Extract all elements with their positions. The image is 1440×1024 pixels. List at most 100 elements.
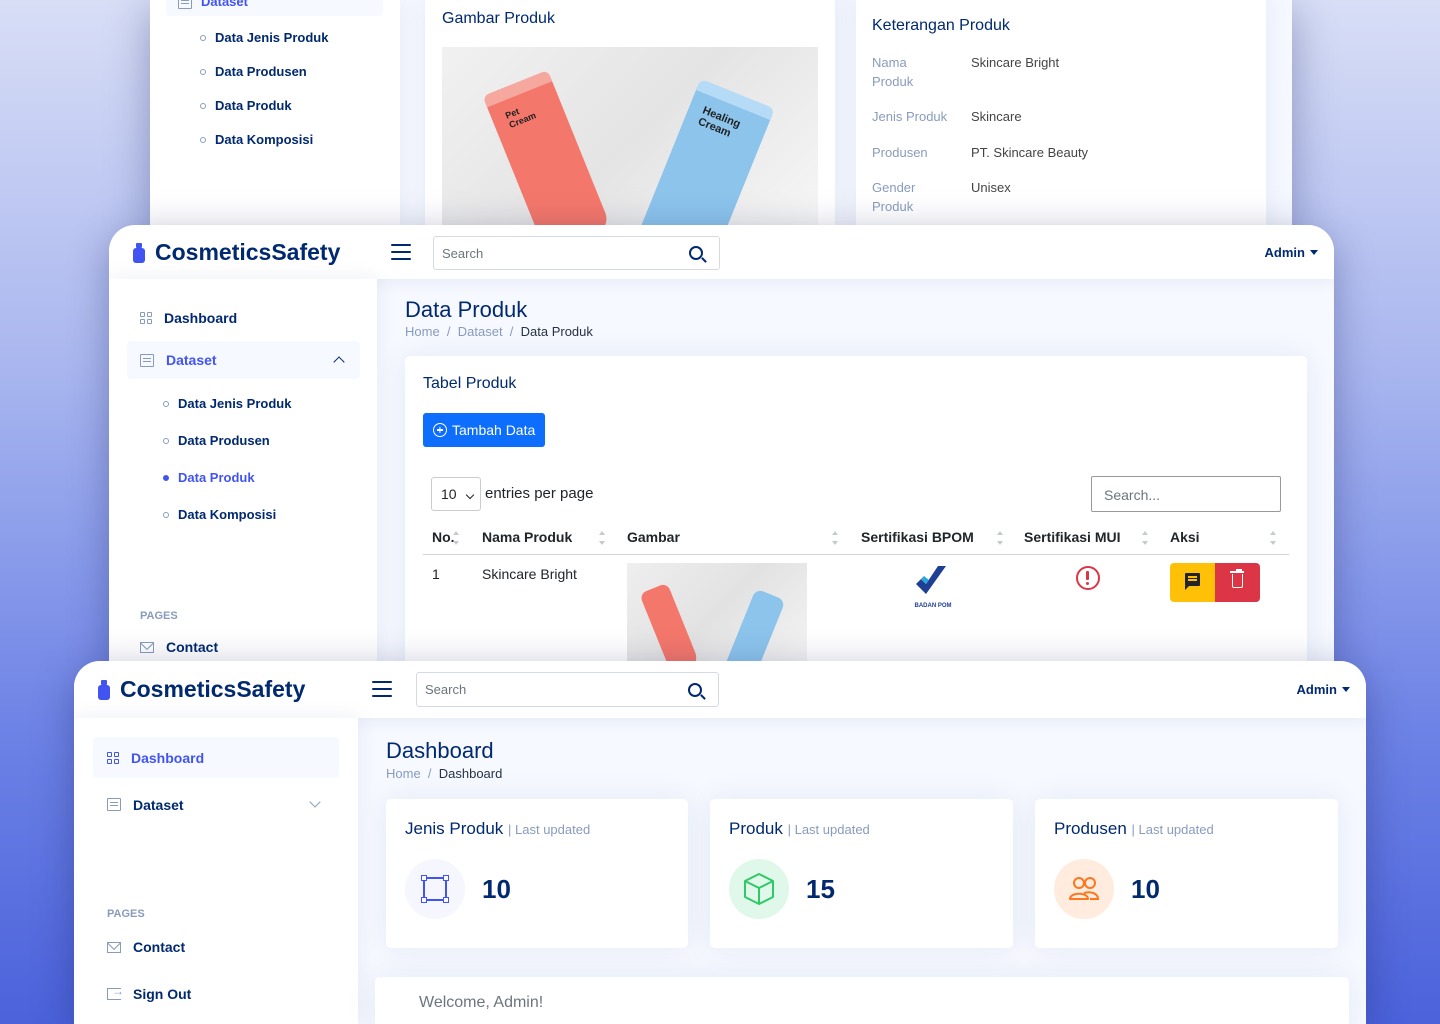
card-title-text: Produk [729, 819, 783, 838]
info-value: Unisex [971, 180, 1011, 195]
table-search-input[interactable]: Search... [1091, 476, 1281, 512]
submenu-item[interactable]: Data Produsen [200, 64, 307, 79]
submenu-item[interactable]: Data Komposisi [163, 507, 276, 522]
grid-icon [140, 312, 152, 324]
front-panel: CosmeticsSafety Search Admin Dashboard D… [74, 661, 1366, 1024]
search-icon[interactable] [688, 682, 702, 697]
product-table-card: Tabel Produk Tambah Data 10 entries per … [405, 356, 1307, 665]
envelope-icon [140, 641, 154, 653]
info-value: Skincare [971, 109, 1022, 124]
column-header[interactable]: No. [432, 529, 455, 545]
box-icon [744, 873, 774, 905]
card-title-text: Produsen [1054, 819, 1127, 838]
breadcrumb: Home / Dashboard [386, 766, 503, 781]
sidebar-heading: PAGES [140, 610, 178, 622]
product-info-card: Keterangan Produk Nama Produk Skincare B… [856, 0, 1266, 228]
breadcrumb-item[interactable]: Home [405, 324, 440, 339]
column-header[interactable]: Aksi [1170, 529, 1200, 545]
card-subtitle: | Last updated [787, 822, 870, 837]
menu-toggle-icon[interactable] [391, 244, 411, 260]
info-value: Skincare Bright [971, 55, 1060, 70]
product-image-card: Gambar Produk Pet Cream Healing Cream [425, 0, 835, 228]
chevron-up-icon[interactable] [333, 356, 345, 368]
sidebar-item-label: Sign Out [133, 986, 192, 1002]
warning-icon [1076, 566, 1100, 590]
sidebar-item-dataset[interactable]: Dataset [127, 341, 360, 379]
submenu-item[interactable]: Data Produk [200, 98, 292, 113]
stat-card-produk: Produk | Last updated 15 [710, 799, 1013, 948]
info-label: Nama Produk [872, 55, 914, 89]
back-panel: Dataset Data Jenis Produk Data Produsen … [150, 0, 1292, 228]
breadcrumb-item[interactable]: Dataset [458, 324, 503, 339]
sidebar-item-signout[interactable]: Sign Out [107, 984, 192, 1002]
breadcrumb-item[interactable]: Home [386, 766, 421, 781]
header: CosmeticsSafety Search Admin [74, 661, 1366, 718]
header: CosmeticsSafety Search Admin [109, 225, 1334, 279]
card-title: Produsen | Last updated [1054, 819, 1214, 839]
bpom-logo: BADAN POM [908, 562, 958, 612]
logo[interactable]: CosmeticsSafety [133, 239, 340, 266]
submenu-item[interactable]: Data Produsen [163, 433, 270, 448]
bottle-icon [133, 242, 145, 263]
sidebar-item-contact[interactable]: Contact [140, 639, 218, 655]
logo[interactable]: CosmeticsSafety [98, 676, 305, 703]
submenu-item-active[interactable]: Data Produk [163, 470, 255, 485]
submenu-item[interactable]: Data Jenis Produk [163, 396, 291, 411]
info-value: PT. Skincare Beauty [971, 145, 1089, 160]
brand-name: CosmeticsSafety [155, 239, 341, 265]
stat-icon-wrap [729, 859, 789, 919]
user-menu[interactable]: Admin [1297, 682, 1350, 697]
submenu-item[interactable]: Data Jenis Produk [200, 30, 328, 45]
sidebar-item-contact[interactable]: Contact [107, 939, 185, 955]
card-title: Gambar Produk [442, 10, 555, 27]
column-header[interactable]: Sertifikasi MUI [1024, 529, 1120, 545]
sort-icon[interactable] [599, 530, 605, 546]
breadcrumb: Home / Dataset / Data Produk [405, 324, 593, 339]
detail-button[interactable] [1170, 563, 1215, 602]
card-title: Jenis Produk | Last updated [405, 819, 590, 839]
cell-name: Skincare Bright [482, 566, 577, 582]
sidebar-heading: PAGES [107, 908, 145, 920]
sidebar-item-dataset[interactable]: Dataset [166, 0, 383, 16]
cell-no: 1 [432, 566, 440, 582]
sidebar: Dashboard Dataset Data Jenis Produk Data… [109, 279, 377, 665]
card-title: Keterangan Produk [872, 17, 1010, 34]
delete-button[interactable] [1215, 563, 1260, 602]
envelope-icon [107, 941, 121, 953]
chevron-down-icon[interactable] [309, 796, 321, 808]
add-data-button[interactable]: Tambah Data [423, 413, 546, 447]
sort-icon[interactable] [1270, 530, 1276, 546]
stat-card-jenis-produk: Jenis Produk | Last updated 10 [386, 799, 688, 948]
submenu-item[interactable]: Data Komposisi [200, 132, 313, 147]
sort-icon[interactable] [997, 530, 1003, 546]
search-input[interactable]: Search [425, 682, 466, 697]
user-menu[interactable]: Admin [1265, 245, 1318, 260]
sort-icon[interactable] [1142, 530, 1148, 546]
search-icon[interactable] [689, 246, 703, 260]
sidebar-item-dataset[interactable]: Dataset [93, 784, 339, 825]
info-label: Produsen [872, 145, 928, 160]
card-title: Tabel Produk [423, 375, 517, 392]
entries-label: entries per page [485, 485, 594, 502]
sidebar-item-label: Dashboard [164, 310, 238, 326]
column-header[interactable]: Sertifikasi BPOM [861, 529, 974, 545]
stat-value: 10 [482, 874, 511, 904]
welcome-text: Welcome, Admin! [419, 994, 544, 1011]
sidebar-item-dashboard[interactable]: Dashboard [93, 737, 339, 778]
sign-out-icon [107, 984, 124, 1000]
column-header[interactable]: Gambar [627, 529, 680, 545]
search-bar[interactable]: Search [433, 236, 720, 270]
entries-select[interactable]: 10 [431, 477, 481, 511]
brand-name: CosmeticsSafety [120, 676, 306, 702]
search-bar[interactable]: Search [416, 672, 719, 707]
sidebar-item-dashboard[interactable]: Dashboard [127, 299, 360, 337]
sidebar-item-label: Dataset [133, 796, 184, 813]
sort-icon[interactable] [832, 530, 838, 546]
search-input[interactable]: Search [442, 246, 483, 261]
menu-toggle-icon[interactable] [372, 681, 392, 697]
info-label: Jenis Produk [872, 109, 948, 124]
info-label: Gender Produk [872, 180, 916, 214]
sort-icon[interactable] [453, 530, 459, 546]
column-header[interactable]: Nama Produk [482, 529, 572, 545]
bounding-box-icon [421, 875, 449, 903]
